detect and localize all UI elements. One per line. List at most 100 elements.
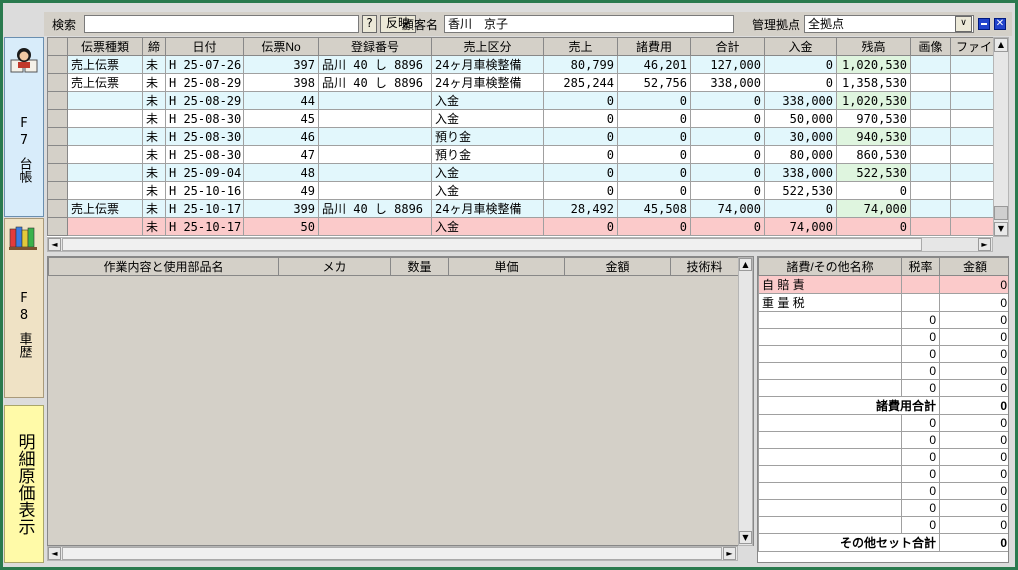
ledger-horizontal-scrollbar[interactable]: ◄ ►: [47, 237, 993, 252]
fees-cell-rate[interactable]: 0: [901, 328, 940, 346]
scroll-left-icon[interactable]: ◄: [48, 238, 61, 251]
fees-row[interactable]: 00: [758, 448, 1008, 466]
ledger-cell-total[interactable]: 0: [690, 109, 765, 128]
fees-cell-rate[interactable]: 0: [901, 414, 940, 432]
ledger-cell-image[interactable]: [910, 163, 951, 182]
ledger-cell-category[interactable]: 入金: [431, 163, 544, 182]
fees-cell-name[interactable]: [758, 465, 902, 483]
ledger-cell-kind[interactable]: [67, 109, 143, 128]
ledger-cell-category[interactable]: 入金: [431, 181, 544, 200]
row-header-cell[interactable]: [47, 127, 68, 146]
ledger-cell-category[interactable]: 入金: [431, 91, 544, 110]
ledger-cell-sales[interactable]: 80,799: [543, 55, 618, 74]
ledger-cell-payment[interactable]: 0: [764, 73, 837, 92]
ledger-cell-payment[interactable]: 0: [764, 55, 837, 74]
ledger-cell-total[interactable]: 0: [690, 163, 765, 182]
fees-cell-name[interactable]: [758, 499, 902, 517]
fees-cell-rate[interactable]: 0: [901, 379, 940, 397]
fees-cell-rate[interactable]: 0: [901, 362, 940, 380]
fees-cell-name[interactable]: [758, 311, 902, 329]
ledger-cell-close[interactable]: 未: [142, 181, 166, 200]
ledger-cell-fees[interactable]: 0: [617, 163, 691, 182]
ledger-cell-sales[interactable]: 0: [543, 109, 618, 128]
ledger-cell-fees[interactable]: 0: [617, 109, 691, 128]
ledger-cell-balance[interactable]: 1,020,530: [836, 91, 911, 110]
row-header-cell[interactable]: [47, 181, 68, 200]
fees-cell-name[interactable]: [758, 362, 902, 380]
ledger-cell-sales[interactable]: 0: [543, 181, 618, 200]
ledger-cell-file[interactable]: [950, 163, 993, 182]
ledger-cell-image[interactable]: [910, 145, 951, 164]
ledger-cell-reg[interactable]: [318, 181, 432, 200]
fees-cell-name[interactable]: [758, 448, 902, 466]
ledger-cell-close[interactable]: 未: [142, 127, 166, 146]
fees-cell-rate[interactable]: 0: [901, 311, 940, 329]
fees-cell-amount[interactable]: 0: [939, 499, 1008, 517]
col-header[interactable]: 日付: [165, 37, 244, 56]
ledger-cell-image[interactable]: [910, 73, 951, 92]
col-header[interactable]: 伝票種類: [67, 37, 143, 56]
fees-row[interactable]: 00: [758, 499, 1008, 517]
ledger-cell-balance[interactable]: 1,358,530: [836, 73, 911, 92]
ledger-cell-payment[interactable]: 30,000: [764, 127, 837, 146]
ledger-row[interactable]: 売上伝票未 H 25-07-26 397 品川 40 し 8896 24ヶ月車検整備 80…: [47, 55, 993, 74]
ledger-cell-payment[interactable]: 74,000: [764, 217, 837, 236]
ledger-cell-reg[interactable]: [318, 127, 432, 146]
row-header-cell[interactable]: [47, 163, 68, 182]
ledger-cell-file[interactable]: [950, 73, 993, 92]
col-header[interactable]: 金額: [939, 257, 1008, 276]
fees-row[interactable]: 自 賠 責 0: [758, 275, 1008, 294]
branch-select[interactable]: 全拠点: [804, 15, 974, 33]
ledger-cell-kind[interactable]: [67, 145, 143, 164]
ledger-cell-no[interactable]: 44: [243, 91, 319, 110]
ledger-cell-date[interactable]: H 25-10-16: [165, 181, 244, 200]
ledger-cell-no[interactable]: 47: [243, 145, 319, 164]
col-header[interactable]: 税率: [901, 257, 940, 276]
col-header[interactable]: 伝票No: [243, 37, 319, 56]
ledger-cell-kind[interactable]: 売上伝票: [67, 55, 143, 74]
fees-cell-amount[interactable]: 0: [939, 516, 1008, 534]
ledger-cell-sales[interactable]: 28,492: [543, 199, 618, 218]
col-header[interactable]: 入金: [764, 37, 837, 56]
ledger-cell-balance[interactable]: 522,530: [836, 163, 911, 182]
ledger-cell-reg[interactable]: 品川 40 し 8896: [318, 199, 432, 218]
col-header[interactable]: 売上区分: [431, 37, 544, 56]
ledger-cell-close[interactable]: 未: [142, 109, 166, 128]
ledger-cell-balance[interactable]: 860,530: [836, 145, 911, 164]
fees-cell-rate[interactable]: 0: [901, 448, 940, 466]
ledger-cell-close[interactable]: 未: [142, 55, 166, 74]
ledger-cell-image[interactable]: [910, 55, 951, 74]
fees-cell-name[interactable]: [758, 328, 902, 346]
ledger-cell-no[interactable]: 48: [243, 163, 319, 182]
work-vertical-scrollbar[interactable]: ▲ ▼: [738, 257, 753, 546]
fees-cell-amount[interactable]: 0: [939, 328, 1008, 346]
fees-cell-name[interactable]: [758, 379, 902, 397]
fees-cell-amount[interactable]: 0: [939, 362, 1008, 380]
ledger-vertical-scrollbar[interactable]: ▲ ▼: [993, 37, 1009, 237]
ledger-cell-reg[interactable]: [318, 109, 432, 128]
ledger-cell-category[interactable]: 24ヶ月車検整備: [431, 55, 544, 74]
ledger-cell-close[interactable]: 未: [142, 163, 166, 182]
ledger-cell-fees[interactable]: 0: [617, 91, 691, 110]
ledger-cell-kind[interactable]: [67, 91, 143, 110]
col-header[interactable]: メカ: [278, 257, 391, 276]
col-header[interactable]: 数量: [390, 257, 449, 276]
ledger-cell-image[interactable]: [910, 181, 951, 200]
ledger-cell-payment[interactable]: 80,000: [764, 145, 837, 164]
ledger-cell-file[interactable]: [950, 199, 993, 218]
ledger-cell-date[interactable]: H 25-10-17: [165, 199, 244, 218]
ledger-cell-payment[interactable]: 338,000: [764, 163, 837, 182]
customer-name-field[interactable]: 香川 京子: [444, 15, 734, 33]
fees-row[interactable]: 00: [758, 482, 1008, 500]
ledger-cell-fees[interactable]: 45,508: [617, 199, 691, 218]
col-header[interactable]: 金額: [564, 257, 671, 276]
fees-row[interactable]: 00: [758, 431, 1008, 449]
ledger-cell-sales[interactable]: 0: [543, 217, 618, 236]
fees-cell-rate[interactable]: [901, 293, 940, 312]
fees-row[interactable]: 00: [758, 311, 1008, 329]
ledger-cell-date[interactable]: H 25-08-30: [165, 145, 244, 164]
fees-cell-amount[interactable]: 0: [939, 345, 1008, 363]
ledger-cell-file[interactable]: [950, 181, 993, 200]
col-header[interactable]: ファイル: [950, 37, 993, 56]
scroll-up-icon[interactable]: ▲: [994, 38, 1008, 52]
